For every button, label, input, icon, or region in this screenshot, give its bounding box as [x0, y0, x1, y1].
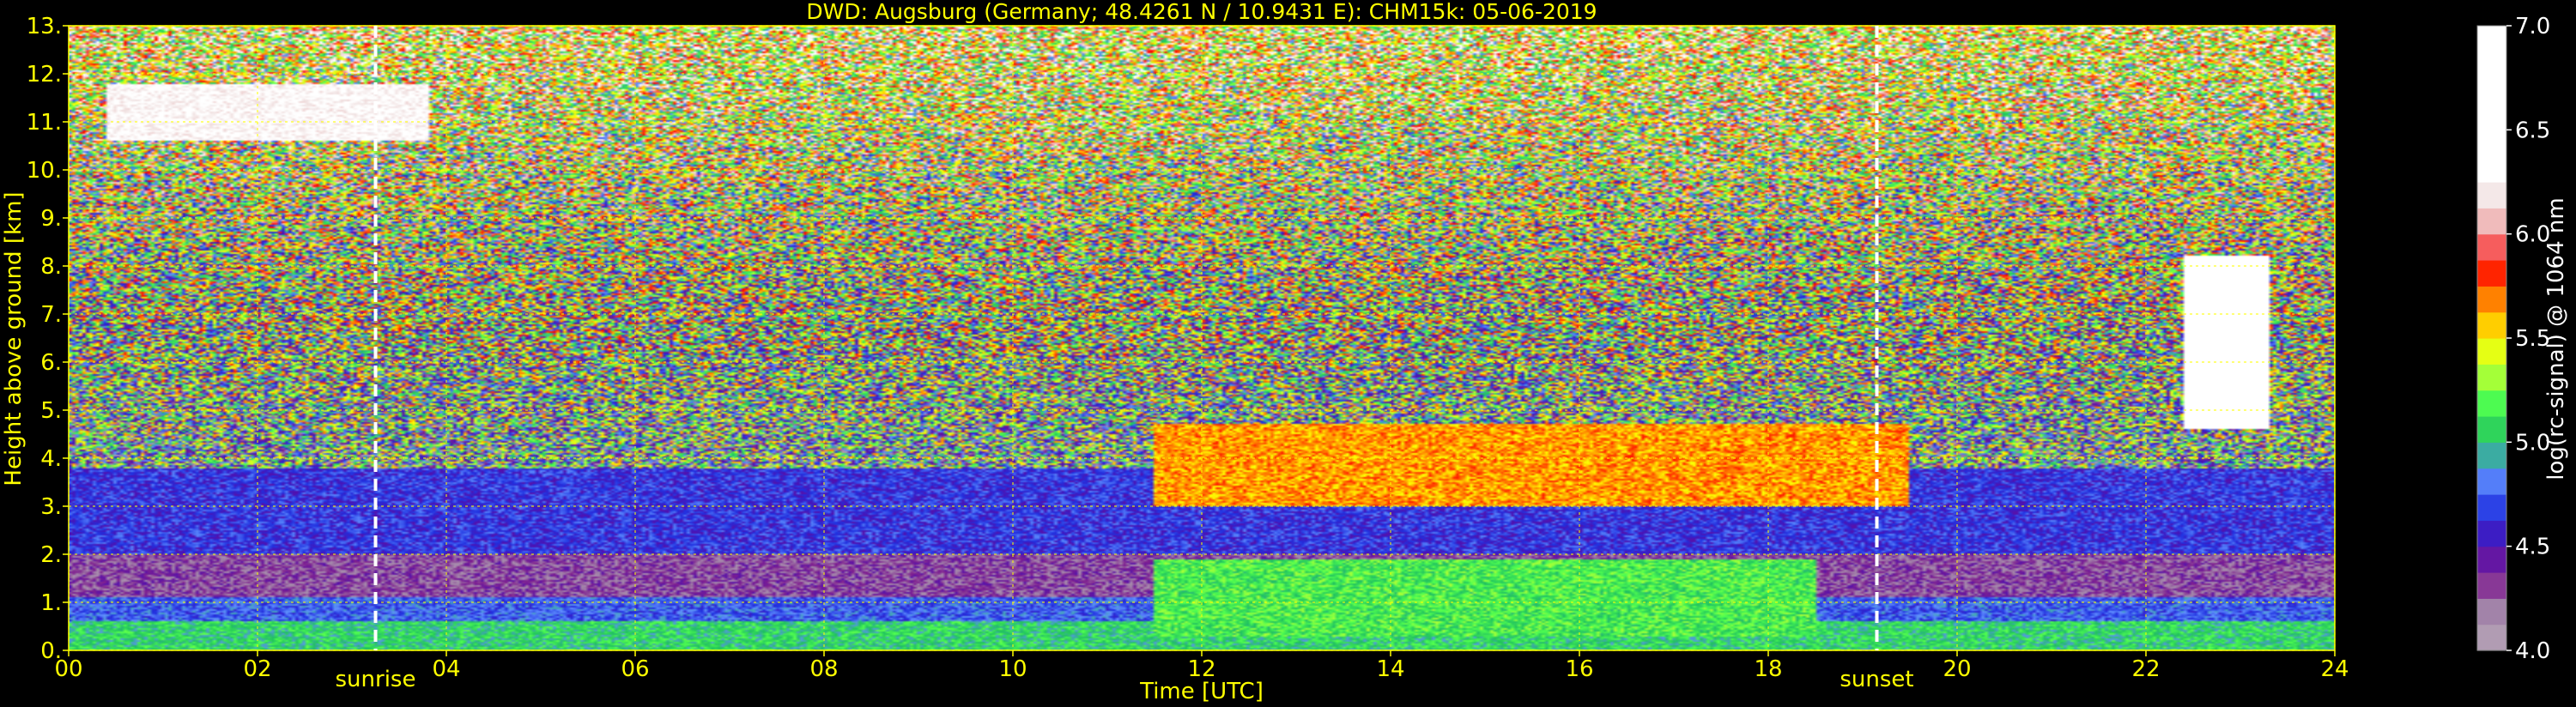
y-tick-label: 0. [40, 638, 62, 664]
sunset-label: sunset [1840, 667, 1913, 692]
colorbar-segment [2477, 598, 2506, 625]
x-axis-label: Time [UTC] [1139, 679, 1264, 704]
y-tick-label: 9. [40, 206, 62, 232]
colorbar-segment [2477, 364, 2506, 391]
colorbar-tick-label: 4.5 [2515, 535, 2550, 560]
y-tick-label: 13. [27, 14, 62, 39]
chart-title: DWD: Augsburg (Germany; 48.4261 N / 10.9… [806, 0, 1597, 24]
colorbar-tick-label: 6.5 [2515, 118, 2550, 143]
x-tick-label: 08 [809, 656, 838, 682]
y-tick-label: 1. [40, 590, 62, 616]
colorbar-segment [2477, 130, 2506, 157]
colorbar-segment [2477, 520, 2506, 547]
y-tick-label: 3. [40, 494, 62, 520]
x-tick-label: 18 [1754, 656, 1782, 682]
x-tick-label: 22 [2131, 656, 2160, 682]
colorbar-segment [2477, 155, 2506, 183]
x-tick-label: 16 [1565, 656, 1593, 682]
colorbar-segment [2477, 51, 2506, 79]
y-tick-label: 2. [40, 542, 62, 568]
colorbar-segment [2477, 390, 2506, 417]
y-axis-label: Height above ground [km] [1, 191, 27, 486]
colorbar-segment [2477, 494, 2506, 521]
x-tick-label: 20 [1943, 656, 1971, 682]
x-tick-label: 24 [2320, 656, 2349, 682]
colorbar-segment [2477, 208, 2506, 235]
colorbar-segment [2477, 233, 2506, 261]
colorbar-segment [2477, 104, 2506, 130]
sunrise-label: sunrise [336, 667, 416, 692]
ceilometer-figure: DWD: Augsburg (Germany; 48.4261 N / 10.9… [0, 0, 2576, 707]
y-tick-label: 6. [40, 350, 62, 376]
y-tick-label: 7. [40, 302, 62, 328]
colorbar-segment [2477, 338, 2506, 365]
colorbar-tick-label: 7.0 [2515, 14, 2550, 39]
colorbar-segment [2477, 572, 2506, 599]
colorbar-segment [2477, 624, 2506, 651]
colorbar-segment [2477, 416, 2506, 443]
colorbar-segment [2477, 26, 2506, 52]
colorbar-segment [2477, 311, 2506, 339]
y-tick-label: 5. [40, 398, 62, 424]
colorbar-tick-label: 4.0 [2515, 638, 2550, 664]
colorbar-segment [2477, 182, 2506, 208]
y-tick-label: 12. [27, 62, 62, 88]
colorbar-segment [2477, 260, 2506, 287]
colorbar-label: log(rc-signal) @ 1064 nm [2543, 197, 2569, 480]
x-tick-label: 04 [432, 656, 460, 682]
x-tick-label: 02 [243, 656, 271, 682]
colorbar-segment [2477, 77, 2506, 105]
x-tick-label: 10 [998, 656, 1027, 682]
y-tick-label: 11. [27, 110, 62, 136]
colorbar-segment [2477, 286, 2506, 313]
colorbar-segment [2477, 468, 2506, 495]
y-tick-label: 4. [40, 446, 62, 472]
x-tick-label: 14 [1376, 656, 1404, 682]
x-tick-label: 06 [621, 656, 649, 682]
y-tick-label: 10. [27, 158, 62, 184]
colorbar-segment [2477, 442, 2506, 469]
y-tick-label: 8. [40, 254, 62, 280]
colorbar-segment [2477, 546, 2506, 573]
